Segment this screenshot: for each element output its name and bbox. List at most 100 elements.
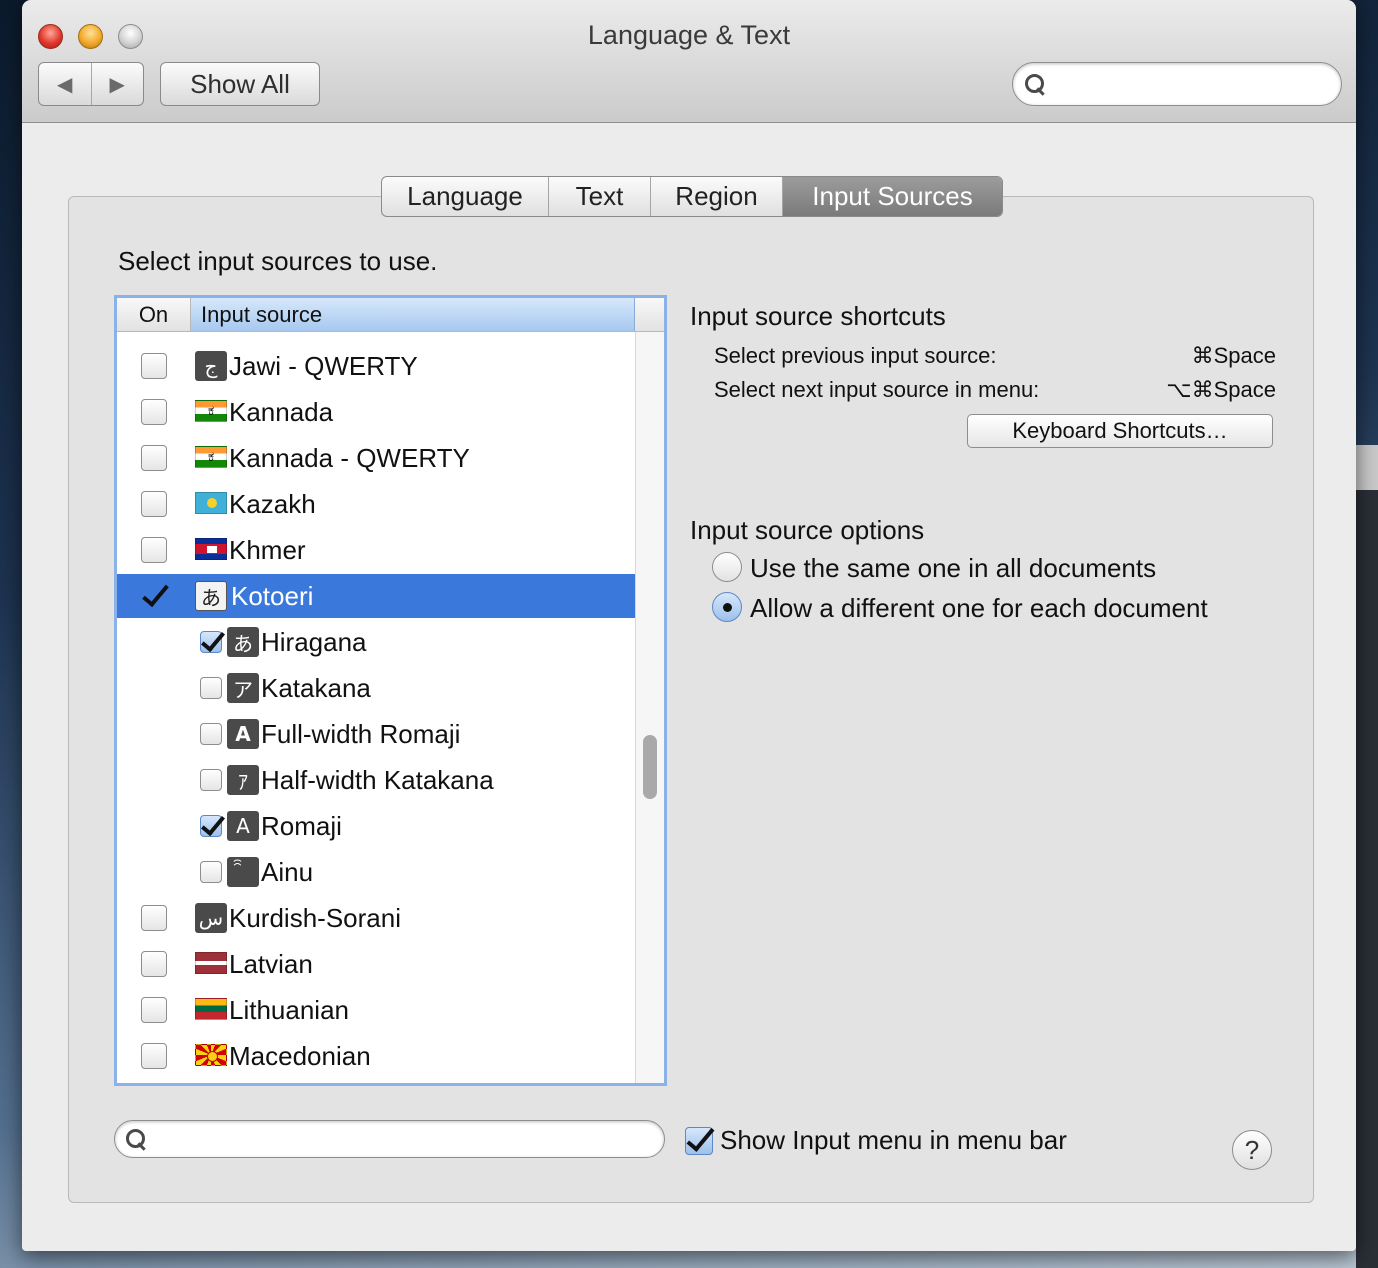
list-item-latvian[interactable]: Latvian — [117, 942, 635, 986]
list-item-label: Ainu — [261, 857, 314, 887]
enable-checkbox[interactable] — [141, 537, 167, 563]
enable-checkbox[interactable] — [141, 353, 167, 379]
enable-checkbox[interactable] — [141, 1043, 167, 1069]
list-item-label: Lithuanian — [229, 995, 349, 1025]
radio-label: Use the same one in all documents — [750, 553, 1157, 583]
shortcut-keys: ⌘Space — [1191, 343, 1276, 368]
scrollbar-thumb[interactable] — [643, 735, 657, 799]
list-scrollbar[interactable] — [635, 332, 664, 1083]
list-item-half-width-katakana[interactable]: ｱ Half-width Katakana — [117, 758, 635, 802]
katakana-icon: ア — [227, 673, 259, 703]
lithuanian-flag-icon — [195, 998, 227, 1020]
list-item-label: Half-width Katakana — [261, 765, 494, 795]
list-item-partial — [117, 332, 635, 340]
desktop-edge — [1356, 490, 1378, 1268]
list-item-label: Latvian — [229, 949, 313, 979]
input-sources-prompt: Select input sources to use. — [118, 246, 438, 276]
show-input-menu-label[interactable]: Show Input menu in menu bar — [720, 1125, 1067, 1156]
back-forward-control: ◀ ▶ — [38, 62, 144, 106]
enable-checkbox[interactable] — [141, 445, 167, 471]
list-item-kannada[interactable]: ಕ Kannada — [117, 390, 635, 434]
enable-checkbox[interactable] — [141, 997, 167, 1023]
shortcut-next-source: Select next input source in menu: ⌥⌘Spac… — [714, 377, 1276, 403]
options-heading: Input source options — [690, 515, 925, 545]
list-item-label: Kazakh — [229, 489, 316, 519]
list-item-kannada-qwerty[interactable]: ಕ Kannada - QWERTY — [117, 436, 635, 480]
back-arrow-icon: ◀ — [57, 73, 73, 96]
mode-checkbox[interactable] — [200, 815, 222, 837]
list-item-khmer[interactable]: Khmer — [117, 528, 635, 572]
kurdish-sorani-icon: س — [195, 903, 227, 933]
window-title: Language & Text — [587, 20, 791, 50]
mode-checkbox[interactable] — [200, 723, 222, 745]
macedonian-flag-icon — [195, 1044, 227, 1066]
title-bar: Language & Text ◀ ▶ Show All — [22, 0, 1356, 123]
kannada-flag-icon: ಕ — [195, 446, 227, 468]
radio-label: Allow a different one for each document — [750, 593, 1208, 623]
shortcut-previous-source: Select previous input source: ⌘Space — [714, 343, 1276, 369]
half-width-katakana-icon: ｱ — [227, 765, 259, 795]
desktop-strip — [1356, 445, 1378, 490]
forward-button[interactable]: ▶ — [90, 63, 144, 105]
kannada-flag-icon: ಕ — [195, 400, 227, 422]
enable-checkbox[interactable] — [141, 399, 167, 425]
list-item-full-width-romaji[interactable]: A Full-width Romaji — [117, 712, 635, 756]
list-item-kotoeri[interactable]: あ Kotoeri — [117, 574, 635, 618]
back-button[interactable]: ◀ — [39, 63, 91, 105]
show-input-menu-checkbox[interactable] — [685, 1127, 713, 1155]
list-item-label: Romaji — [261, 811, 342, 841]
column-header-on[interactable]: On — [117, 298, 191, 331]
search-icon — [126, 1129, 146, 1149]
list-item-hiragana[interactable]: あ Hiragana — [117, 620, 635, 664]
search-icon — [1025, 74, 1045, 94]
mode-checkbox[interactable] — [200, 861, 222, 883]
shortcut-keys: ⌥⌘Space — [1166, 377, 1276, 402]
list-rows: ج Jawi - QWERTY ಕ Kannada ಕ Kannada - QW… — [117, 332, 635, 1083]
list-item-lithuanian[interactable]: Lithuanian — [117, 988, 635, 1032]
list-header: On Input source — [117, 298, 664, 332]
input-source-filter-field[interactable] — [114, 1120, 665, 1158]
list-item-kazakh[interactable]: Kazakh — [117, 482, 635, 526]
romaji-icon: A — [227, 811, 259, 841]
list-item-label: Jawi - QWERTY — [229, 351, 418, 381]
list-item-label: Full-width Romaji — [261, 719, 461, 749]
list-item-ainu[interactable]: ꩰ Ainu — [117, 850, 635, 894]
list-item-label: Katakana — [261, 673, 371, 703]
mode-checkbox[interactable] — [200, 769, 222, 791]
kotoeri-icon: あ — [195, 581, 227, 611]
list-item-label: Kannada - QWERTY — [229, 443, 470, 473]
list-item-romaji[interactable]: A Romaji — [117, 804, 635, 848]
jawi-icon: ج — [195, 351, 227, 381]
input-source-list[interactable]: On Input source ج Jawi - QWERTY ಕ Kannad… — [114, 295, 667, 1086]
tab-text[interactable]: Text — [548, 177, 650, 216]
enable-checkbox[interactable] — [141, 491, 167, 517]
mode-checkbox[interactable] — [200, 631, 222, 653]
shortcuts-heading: Input source shortcuts — [690, 301, 946, 331]
list-item-label: Kotoeri — [231, 581, 314, 611]
list-item-macedonian[interactable]: Macedonian — [117, 1034, 635, 1078]
list-item-kurdish-sorani[interactable]: س Kurdish-Sorani — [117, 896, 635, 940]
list-item-label: Kurdish-Sorani — [229, 903, 401, 933]
list-item-katakana[interactable]: ア Katakana — [117, 666, 635, 710]
show-all-button[interactable]: Show All — [160, 62, 320, 106]
tab-bar: Language Text Region Input Sources — [381, 176, 1003, 217]
help-button[interactable]: ? — [1232, 1130, 1272, 1170]
enable-checkbox[interactable] — [141, 905, 167, 931]
list-item-jawi-qwerty[interactable]: ج Jawi - QWERTY — [117, 344, 635, 388]
hiragana-icon: あ — [227, 627, 259, 657]
latvian-flag-icon — [195, 952, 227, 974]
shortcut-label: Select next input source in menu: — [714, 377, 1040, 402]
tab-input-sources[interactable]: Input Sources — [782, 177, 1002, 216]
mode-checkbox[interactable] — [200, 677, 222, 699]
tab-language[interactable]: Language — [382, 177, 548, 216]
keyboard-shortcuts-button[interactable]: Keyboard Shortcuts… — [967, 414, 1273, 448]
list-item-label: Kannada — [229, 397, 334, 427]
ainu-icon: ꩰ — [227, 857, 259, 887]
radio-button[interactable] — [712, 592, 742, 622]
tab-region[interactable]: Region — [650, 177, 782, 216]
column-header-input-source[interactable]: Input source — [191, 298, 635, 331]
radio-button[interactable] — [712, 552, 742, 582]
enable-checkbox[interactable] — [141, 583, 167, 609]
preferences-search-field[interactable] — [1012, 62, 1342, 106]
enable-checkbox[interactable] — [141, 951, 167, 977]
